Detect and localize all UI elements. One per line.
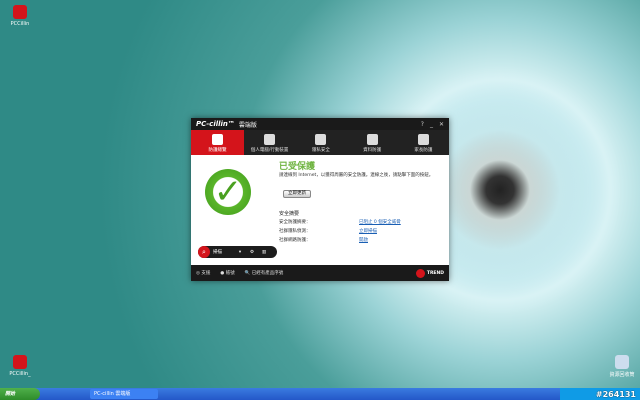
summary-label: 社群網路防護： xyxy=(279,238,311,243)
scan-dropdown-icon[interactable]: ▾ xyxy=(234,250,246,255)
tab-label: 隱私安全 xyxy=(311,148,330,153)
home-icon xyxy=(212,134,223,145)
summary-label: 社群隱私偵測： xyxy=(279,229,311,234)
minimize-button[interactable]: _ xyxy=(430,121,433,128)
summary-title: 安全摘要 xyxy=(279,211,300,217)
trend-logo-icon xyxy=(415,268,425,278)
lock-icon xyxy=(315,134,327,145)
account-label: 帳號 xyxy=(225,271,235,276)
icon-label: PCCillin_ xyxy=(9,371,31,377)
status-title: 已受保護 xyxy=(279,162,316,172)
family-icon xyxy=(417,134,429,145)
start-button[interactable]: 開始 xyxy=(0,388,40,400)
tab-overview[interactable]: 防護總覽 xyxy=(191,130,244,155)
tab-label: 防護總覽 xyxy=(208,148,227,153)
scan-toolbar: ⌕ 掃描 ▾ ⚙ ▥ xyxy=(198,246,277,258)
account-link[interactable]: ● 帳號 xyxy=(220,270,234,276)
tab-privacy[interactable]: 隱私安全 xyxy=(295,130,346,155)
taskbar: 開始 PC-cillin 雲端版 #264131 xyxy=(0,388,640,400)
status-description: 請連線到 Internet，以獲得周嚴的安全防護。連線之後，請點擊下面的按鈕。 xyxy=(279,173,434,178)
threats-link[interactable]: 已阻止 0 個安全威脅 xyxy=(359,219,401,225)
pccillin-window: PC-cillin™ 雲端版 ? _ ✕ 防護總覽 個人電腦/行動裝置 隱私安全 資… xyxy=(191,118,449,281)
pccillin-icon xyxy=(13,5,27,19)
tab-devices[interactable]: 個人電腦/行動裝置 xyxy=(244,130,295,155)
tab-label: 個人電腦/行動裝置 xyxy=(250,148,289,153)
pccillin-icon xyxy=(13,355,27,369)
serial-label: 已經有產品序號 xyxy=(251,271,284,276)
watermark: #264131 xyxy=(560,388,640,400)
footer: ◎ 支援 ● 帳號 🔍 已經有產品序號 TREND xyxy=(191,265,449,281)
desktop-icon-pccillin[interactable]: PCCillin xyxy=(0,5,40,27)
help-button[interactable]: ? xyxy=(421,121,424,128)
monitor-icon xyxy=(264,134,276,145)
scan-search-icon[interactable]: ⌕ xyxy=(198,246,210,258)
social-protection-link[interactable]: 開啟 xyxy=(359,237,368,243)
tab-data[interactable]: 資料防護 xyxy=(347,130,398,155)
serial-link[interactable]: 🔍 已經有產品序號 xyxy=(245,270,284,276)
folder-lock-icon xyxy=(366,134,378,145)
recycle-bin-icon xyxy=(615,355,629,369)
title-bar[interactable]: PC-cillin™ 雲端版 ? _ ✕ xyxy=(191,118,449,130)
protected-check-icon: ✓ xyxy=(205,169,251,215)
support-label: 支援 xyxy=(201,271,211,276)
support-link[interactable]: ◎ 支援 xyxy=(196,270,210,276)
gear-icon[interactable]: ⚙ xyxy=(246,250,258,255)
main-tabs: 防護總覽 個人電腦/行動裝置 隱私安全 資料防護 家長防護 xyxy=(191,130,449,155)
brand-label: TREND xyxy=(426,270,444,276)
tab-label: 家長防護 xyxy=(414,148,433,153)
bar-chart-icon[interactable]: ▥ xyxy=(258,250,270,255)
close-button[interactable]: ✕ xyxy=(439,121,444,128)
desktop-icon-recycle-bin[interactable]: 資源回收筒 xyxy=(602,355,640,378)
desktop-icon-pccillin-2[interactable]: PCCillin_ xyxy=(0,355,40,377)
trend-micro-logo: TREND xyxy=(415,268,444,278)
tab-parental[interactable]: 家長防護 xyxy=(398,130,449,155)
tab-label: 資料防護 xyxy=(363,148,382,153)
scan-button[interactable]: 掃描 xyxy=(210,249,234,255)
summary-label: 安全防護摘要： xyxy=(279,220,311,225)
icon-label: PCCillin xyxy=(10,21,30,27)
app-logo: PC-cillin™ xyxy=(196,120,235,128)
window-title: 雲端版 xyxy=(238,121,257,129)
update-now-button[interactable]: 立即更新 xyxy=(283,190,311,198)
icon-label: 資源回收筒 xyxy=(609,372,635,378)
scan-now-link[interactable]: 立即掃描 xyxy=(359,228,377,234)
taskbar-pccillin[interactable]: PC-cillin 雲端版 xyxy=(90,389,158,399)
